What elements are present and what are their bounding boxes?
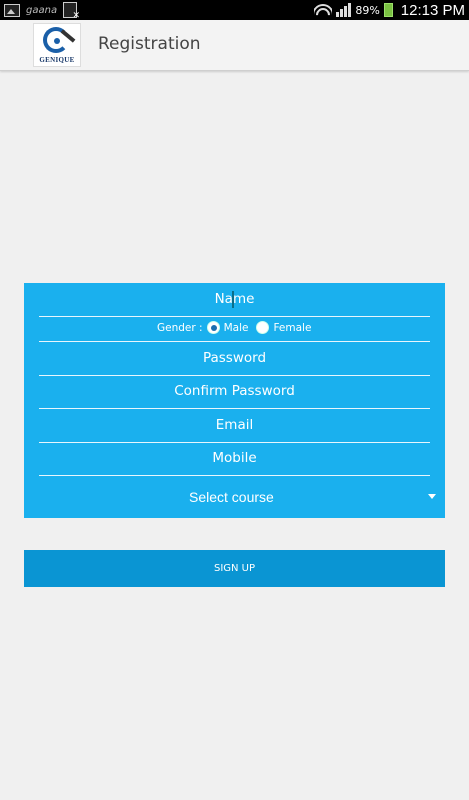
gender-label: Gender : [157,321,203,334]
sign-up-button[interactable]: SIGN UP [24,550,445,587]
status-bar: gaana 89% 12:13 PM [0,0,469,21]
course-select-value: Select course [189,489,274,505]
logo-text: GENIQUE [39,56,75,64]
confirm-password-placeholder: Confirm Password [174,383,295,399]
clock: 12:13 PM [400,1,465,19]
battery-icon [383,3,393,17]
gaana-notification-label: gaana [26,4,58,16]
action-bar: GENIQUE Registration [0,20,469,71]
email-field[interactable]: Email [39,408,430,443]
logo-dot-icon [54,38,60,44]
gender-group: Gender : Male Female [157,321,315,334]
notification-icons: gaana [4,2,80,21]
registration-form: Name Gender : Male Female Password Confi… [24,283,445,518]
download-notification-icon [63,2,80,21]
battery-percent: 89% [355,3,380,17]
image-notification-icon [4,3,20,17]
name-field[interactable]: Name [39,283,430,317]
female-label[interactable]: Female [273,322,311,334]
female-radio[interactable] [256,321,270,334]
mobile-placeholder: Mobile [212,450,257,466]
course-select[interactable]: Select course [39,475,436,518]
name-placeholder: Name [214,291,255,307]
wifi-icon [314,3,333,17]
male-label[interactable]: Male [224,322,249,334]
signal-icon [336,3,352,17]
male-radio[interactable] [206,321,220,334]
mobile-field[interactable]: Mobile [39,442,430,476]
dropdown-caret-icon [428,494,436,499]
password-field[interactable]: Password [39,341,430,376]
system-icons: 89% 12:13 PM [314,0,465,20]
page-title: Registration [98,34,201,54]
gender-row: Gender : Male Female [39,316,430,342]
confirm-password-field[interactable]: Confirm Password [39,375,430,409]
app-logo[interactable]: GENIQUE [33,23,81,67]
password-placeholder: Password [202,350,267,366]
email-placeholder: Email [215,417,254,433]
